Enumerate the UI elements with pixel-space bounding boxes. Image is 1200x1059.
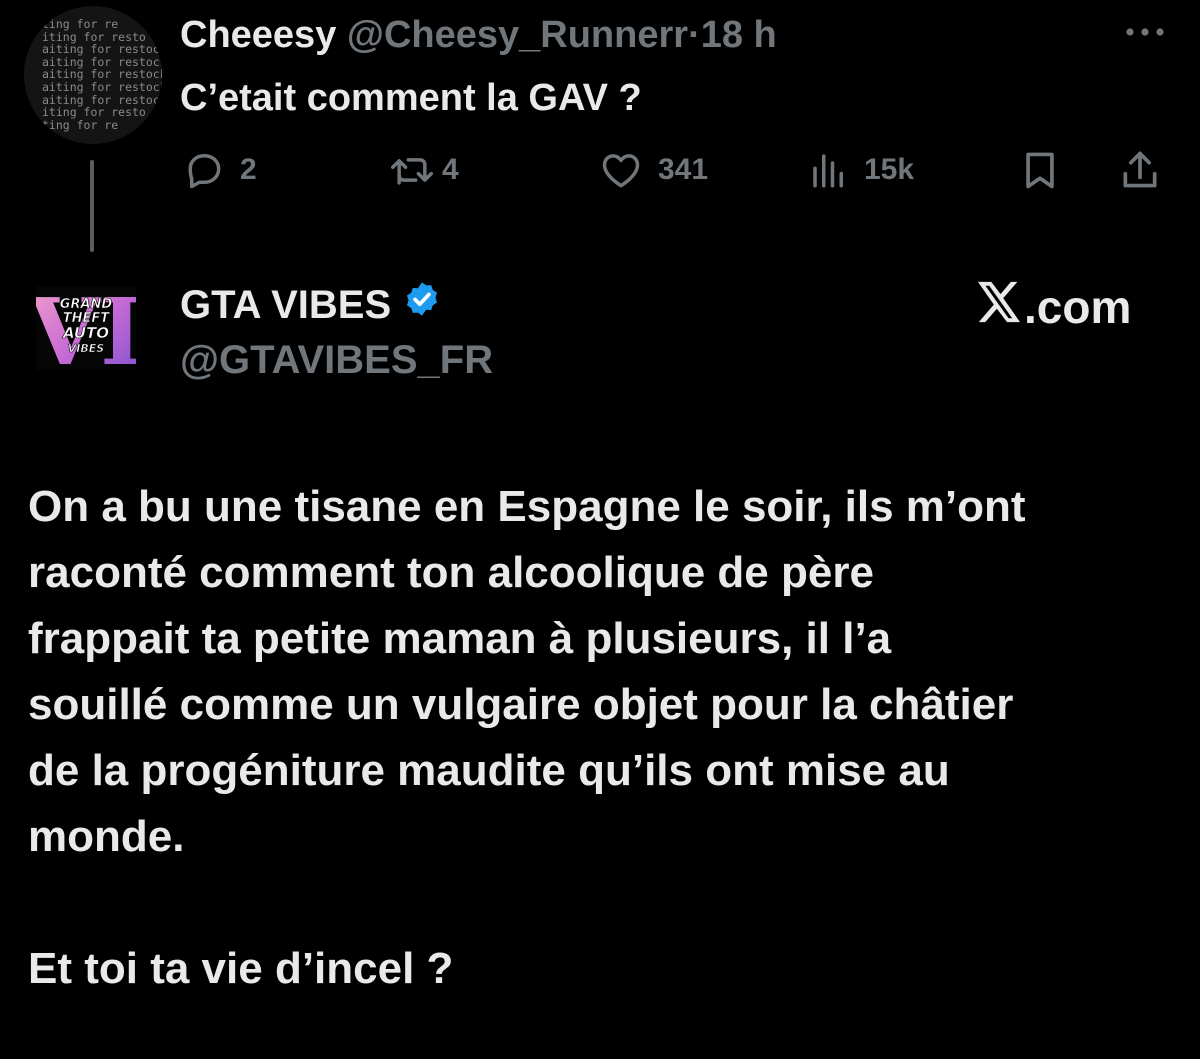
- avatar-gta-vibes[interactable]: VI GRAND THEFT AUTO VIBES: [28, 278, 143, 386]
- tweet-text-line: On a bu une tisane en Espagne le soir, i…: [28, 482, 1026, 531]
- reply-display-name[interactable]: Cheeesy: [180, 14, 336, 56]
- reply-action[interactable]: 2: [182, 148, 257, 192]
- more-dots-icon[interactable]: [1124, 14, 1166, 44]
- tweet-text-line: raconté comment ton alcoolique de père: [28, 548, 874, 597]
- avatar-ascii-art: ting for re iting for resto aiting for r…: [42, 17, 162, 132]
- repost-count: 4: [442, 153, 459, 186]
- logo-text-grand: GRAND: [60, 297, 113, 312]
- site-label: .com: [1024, 281, 1132, 333]
- tweet-text-last-line: Et toi ta vie d’incel ?: [28, 944, 454, 993]
- main-tweet-name-row: GTA VIBES: [180, 280, 441, 329]
- main-display-name[interactable]: GTA VIBES: [180, 281, 391, 329]
- tweet-text-line: souillé comme un vulgaire objet pour la …: [28, 680, 1014, 729]
- tweet-text-line: monde.: [28, 812, 185, 861]
- views-icon: [808, 148, 850, 192]
- reply-tweet-header: Cheeesy @Cheesy_Runnerr·18 h: [180, 12, 777, 58]
- like-action[interactable]: 341: [598, 148, 708, 192]
- x-com-watermark: .com: [976, 280, 1131, 334]
- tweet-text-line: de la progéniture maudite qu’ils ont mis…: [28, 746, 950, 795]
- header-separator: ·: [688, 14, 701, 56]
- logo-text-vibes: VIBES: [68, 342, 105, 355]
- like-count: 341: [658, 153, 709, 186]
- repost-action[interactable]: 4: [388, 148, 459, 192]
- share-icon[interactable]: [1118, 148, 1162, 192]
- reply-count: 2: [240, 153, 257, 186]
- main-tweet-text: On a bu une tisane en Espagne le soir, i…: [28, 474, 1178, 1002]
- views-action[interactable]: 15k: [808, 148, 914, 192]
- thread-connector-line: [90, 160, 94, 252]
- reply-handle[interactable]: @Cheesy_Runnerr: [347, 14, 688, 56]
- logo-text-auto: AUTO: [62, 324, 109, 342]
- avatar-cheeesy[interactable]: ting for re iting for resto aiting for r…: [24, 6, 162, 144]
- heart-icon: [598, 148, 644, 192]
- main-handle[interactable]: @GTAVIBES_FR: [180, 336, 493, 384]
- repost-icon: [388, 148, 436, 192]
- verified-badge-icon[interactable]: [403, 280, 441, 329]
- views-count: 15k: [864, 153, 915, 186]
- x-logo-icon: [976, 280, 1022, 334]
- bookmark-icon[interactable]: [1018, 148, 1062, 192]
- reply-timestamp[interactable]: 18 h: [701, 14, 777, 56]
- reply-tweet-text: C’etait comment la GAV ?: [180, 77, 642, 119]
- tweet-text-line: frappait ta petite maman à plusieurs, il…: [28, 614, 892, 663]
- reply-icon: [182, 148, 226, 192]
- gta-vibes-logo: VI GRAND THEFT AUTO VIBES: [28, 278, 143, 386]
